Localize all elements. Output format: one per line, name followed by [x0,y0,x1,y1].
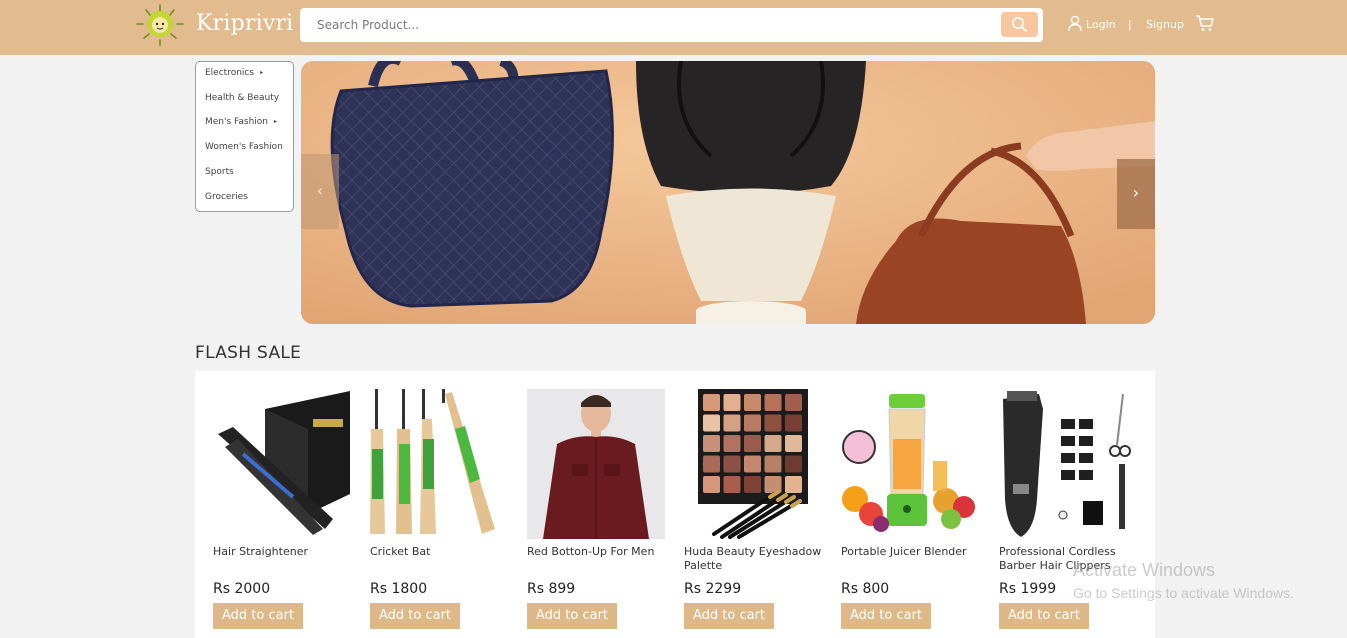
category-label: Sports [205,167,234,177]
category-womens-fashion[interactable]: Women's Fashion [205,142,283,152]
product-price: Rs 1800 [370,581,428,597]
category-menu: Electronics ▸ Health & Beauty Men's Fashi… [195,61,294,212]
product-name[interactable]: Red Botton-Up For Men [527,545,667,559]
product-price: Rs 2299 [684,581,742,597]
product-name[interactable]: Portable Juicer Blender [841,545,981,559]
search-button[interactable] [1001,12,1038,37]
top-navbar: Kriprivri Login | Signup [0,0,1347,55]
login-link[interactable]: Login [1086,18,1116,31]
nav-separator: | [1128,18,1132,31]
category-label: Women's Fashion [205,142,283,152]
add-to-cart-button[interactable]: Add to cart [213,603,303,629]
product-card: Hair Straightener Rs 2000 Add to cart [213,389,353,638]
add-to-cart-button[interactable]: Add to cart [370,603,460,629]
category-health-beauty[interactable]: Health & Beauty [205,93,279,103]
signup-link[interactable]: Signup [1146,18,1184,31]
activate-windows-watermark: Activate Windows [1073,560,1216,580]
search-icon [1012,17,1027,32]
product-card: Red Botton-Up For Men Rs 899 Add to cart [527,389,667,638]
product-card: Portable Juicer Blender Rs 800 Add to ca… [841,389,981,638]
chevron-right-icon: › [1132,183,1140,202]
logo-icon[interactable] [134,2,186,48]
product-image[interactable] [370,389,508,539]
product-name[interactable]: Cricket Bat [370,545,510,559]
search-input[interactable] [300,8,990,42]
carousel-prev-button[interactable]: ‹ [301,154,339,229]
product-price: Rs 800 [841,581,890,597]
category-electronics[interactable]: Electronics ▸ [205,68,263,78]
product-price: Rs 1999 [999,581,1057,597]
add-to-cart-button[interactable]: Add to cart [527,603,617,629]
category-groceries[interactable]: Groceries [205,192,248,202]
add-to-cart-button[interactable]: Add to cart [841,603,931,629]
submenu-arrow-icon: ▸ [274,118,278,125]
product-card: Huda Beauty Eyeshadow Palette Rs 2299 Ad… [684,389,824,638]
product-card: Cricket Bat Rs 1800 Add to cart [370,389,510,638]
product-image[interactable] [999,389,1137,539]
product-image[interactable] [684,389,822,539]
product-image[interactable] [527,389,665,539]
hero-banner [301,61,1155,324]
add-to-cart-button[interactable]: Add to cart [684,603,774,629]
category-label: Groceries [205,192,248,202]
flash-sale-title: FLASH SALE [195,343,302,363]
search-bar [300,8,1043,42]
product-name[interactable]: Huda Beauty Eyeshadow Palette [684,545,824,573]
product-image[interactable] [213,389,351,539]
submenu-arrow-icon: ▸ [260,69,264,76]
carousel-next-button[interactable]: › [1117,159,1155,229]
add-to-cart-button[interactable]: Add to cart [999,603,1089,629]
category-sports[interactable]: Sports [205,167,234,177]
product-name[interactable]: Hair Straightener [213,545,353,559]
product-price: Rs 2000 [213,581,271,597]
category-mens-fashion[interactable]: Men's Fashion ▸ [205,117,277,127]
category-label: Men's Fashion [205,117,268,127]
chevron-left-icon: ‹ [316,181,324,200]
category-label: Electronics [205,68,255,78]
cart-icon[interactable] [1195,14,1215,32]
product-price: Rs 899 [527,581,576,597]
handbags-banner-image [301,61,1155,324]
activate-windows-subtext: Go to Settings to activate Windows. [1073,585,1294,601]
user-icon[interactable] [1068,15,1082,32]
product-image[interactable] [841,389,979,539]
brand-name[interactable]: Kriprivri [196,11,293,36]
category-label: Health & Beauty [205,93,280,103]
